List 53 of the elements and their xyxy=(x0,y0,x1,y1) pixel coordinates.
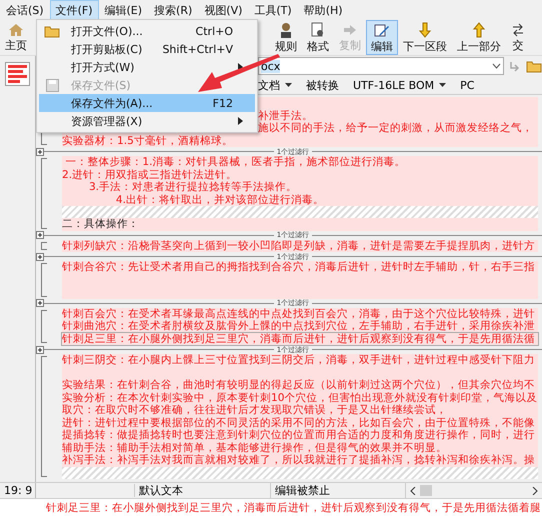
expand-icon[interactable] xyxy=(36,231,44,239)
pencil-icon xyxy=(374,22,390,38)
document-gear-icon xyxy=(311,22,325,38)
menu-entry[interactable]: 打开文件(O)... Ctrl+O xyxy=(39,22,255,40)
expand-icon[interactable] xyxy=(36,299,44,307)
scroll-thumb[interactable] xyxy=(420,485,432,496)
toolbar-button[interactable]: 上一部分 xyxy=(452,20,506,55)
document-icon xyxy=(5,62,30,86)
caret-icon xyxy=(439,83,446,87)
scroll-left-icon[interactable] xyxy=(410,486,416,494)
folder-icon xyxy=(44,24,60,38)
toolbar-button[interactable]: 交 xyxy=(506,20,530,55)
swap-icon xyxy=(511,22,525,36)
toolbar-button[interactable]: 格式 xyxy=(302,20,334,55)
menu-item[interactable]: 文件(F) xyxy=(50,0,98,20)
caret-icon xyxy=(285,83,292,87)
info-label[interactable]: 文档 xyxy=(258,78,292,92)
bracket-mark xyxy=(41,158,47,228)
scroll-right-icon[interactable] xyxy=(532,486,538,494)
chevron-down-icon xyxy=(492,63,501,69)
bracket-mark xyxy=(41,242,47,250)
bracket-mark xyxy=(41,263,47,296)
toolbar-button[interactable]: 下一区段 xyxy=(398,20,452,55)
menu-item[interactable]: 搜索(R) xyxy=(148,0,198,20)
toolbar-button[interactable]: 规则 xyxy=(270,20,302,55)
redo-icon xyxy=(508,59,522,73)
toolbar-button[interactable]: 主页 xyxy=(0,20,32,55)
toolbar-button[interactable]: 编辑 xyxy=(366,20,398,55)
save-icon xyxy=(46,78,58,92)
arrow-down-icon xyxy=(419,22,431,38)
menu-item[interactable]: 帮助(H) xyxy=(298,0,349,20)
info-label[interactable]: 被转换 xyxy=(306,78,339,92)
menu-item[interactable]: 视图(V) xyxy=(198,0,248,20)
menu-item[interactable]: 工具(T) xyxy=(248,0,298,20)
bracket-mark xyxy=(41,310,47,343)
path-field[interactable]: ocx xyxy=(258,57,504,75)
home-icon xyxy=(8,22,24,36)
info-label[interactable]: PC xyxy=(460,78,474,92)
arrow-up-icon xyxy=(473,22,485,38)
info-label[interactable]: UTF-16LE BOM xyxy=(353,78,446,92)
menu-entry[interactable]: 保存文件为(A)... F12 xyxy=(39,94,255,112)
expand-icon[interactable] xyxy=(36,148,44,156)
menu-item[interactable]: 会话(S) xyxy=(0,0,50,20)
expand-icon[interactable] xyxy=(36,252,44,260)
person-icon xyxy=(279,22,293,38)
arrow-right-icon xyxy=(343,22,357,36)
preview-line: 针刺足三里：在小腿外侧找到足三里穴，消毒而后进针，进针后观察到没有得气，于是先用循法循着腿 xyxy=(46,500,541,514)
folder-icon xyxy=(526,60,542,72)
submenu-arrow-icon xyxy=(238,117,243,125)
menu-entry[interactable]: 打开剪贴板(C) Shift+Ctrl+V xyxy=(39,40,255,58)
cursor-position: 19: 9 xyxy=(0,484,135,497)
expand-icon[interactable] xyxy=(36,346,44,354)
menu-item[interactable]: 编辑(E) xyxy=(98,0,148,20)
